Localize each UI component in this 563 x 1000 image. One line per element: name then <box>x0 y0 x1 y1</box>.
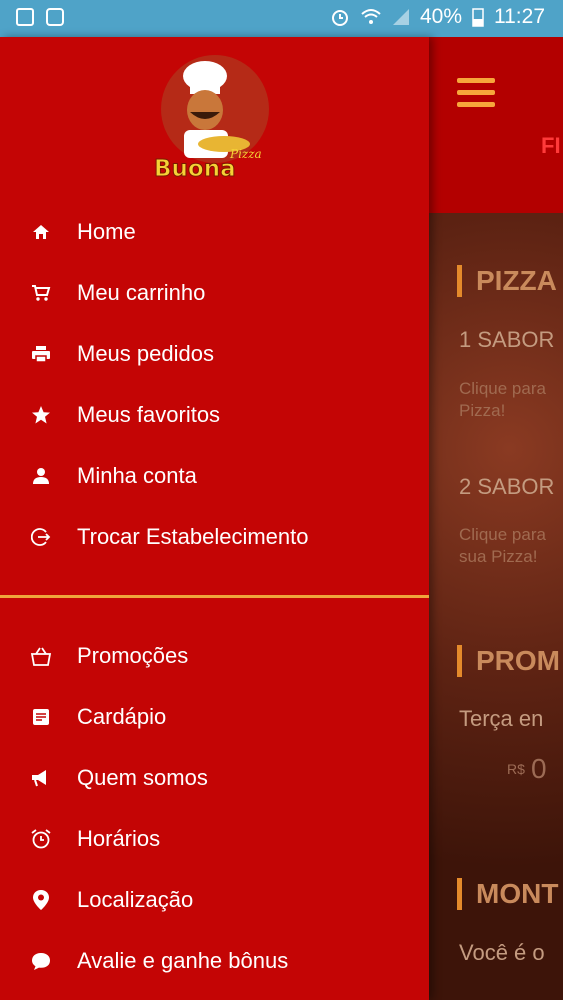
switch-icon <box>30 526 52 548</box>
header-tag: FI <box>541 133 561 158</box>
alarm-status-icon <box>331 10 348 26</box>
home-icon <box>30 221 52 243</box>
location-pin-icon <box>30 889 52 911</box>
price-currency: R$ <box>507 761 525 777</box>
pizza-content: PIZZA 1 SABOR Clique para Pizza! 2 SABOR… <box>429 213 563 1000</box>
menu-label: Localização <box>77 887 194 912</box>
image-notification-icon <box>16 8 34 26</box>
menu-label: Cardápio <box>77 704 167 729</box>
menu-item-orders[interactable]: Meus pedidos <box>0 326 429 382</box>
menu-label: Avalie e ganhe bônus <box>77 948 289 973</box>
menu-label: Meu carrinho <box>77 280 206 305</box>
menu-item-promotions[interactable]: Promoções <box>0 628 429 684</box>
bag-icon <box>30 645 52 667</box>
menu-label: Horários <box>77 826 161 851</box>
signal-icon <box>392 9 409 25</box>
alarm-icon <box>30 828 52 850</box>
printer-icon <box>30 343 52 365</box>
menu-item-location[interactable]: Localização <box>0 872 429 928</box>
star-icon <box>30 404 52 426</box>
two-flavor-title[interactable]: 2 SABOR <box>459 474 554 500</box>
voicemail-icon <box>46 8 64 26</box>
cart-icon <box>30 282 52 304</box>
section-build: MONT <box>457 878 558 910</box>
section-promo: PROM <box>457 645 560 677</box>
menu-item-account[interactable]: Minha conta <box>0 448 429 504</box>
menu-item-switch-store[interactable]: Trocar Estabelecimento <box>0 509 429 565</box>
menu-item-home[interactable]: Home <box>0 204 429 260</box>
menu-divider <box>0 595 429 598</box>
menu-label: Promoções <box>77 643 189 668</box>
menu-card-icon <box>30 706 52 728</box>
menu-item-menu-card[interactable]: Cardápio <box>0 689 429 745</box>
battery-percent: 40% <box>419 5 462 28</box>
hamburger-menu-icon[interactable] <box>457 78 495 108</box>
promo-line[interactable]: Terça en <box>459 706 543 732</box>
menu-label: Meus favoritos <box>77 402 221 427</box>
megaphone-icon <box>30 767 52 789</box>
buona-pizza-logo: Buona Pizza <box>154 55 269 183</box>
battery-icon <box>472 8 484 27</box>
one-flavor-title[interactable]: 1 SABOR <box>459 327 554 353</box>
menu-label: Home <box>77 219 136 244</box>
person-icon <box>30 465 52 487</box>
menu-label: Quem somos <box>77 765 208 790</box>
one-flavor-desc: Clique para Pizza! <box>459 379 546 420</box>
menu-item-rate[interactable]: Avalie e ganhe bônus <box>0 933 429 989</box>
menu-item-favorites[interactable]: Meus favoritos <box>0 387 429 443</box>
clock: 11:27 <box>494 5 545 28</box>
section-pizza: PIZZA <box>457 265 557 297</box>
status-bar: 40% 11:27 <box>0 0 563 37</box>
bottom-line: Você é o <box>459 940 545 965</box>
menu-label: Minha conta <box>77 463 197 488</box>
menu-label: Trocar Estabelecimento <box>77 524 309 549</box>
price-value: 0 <box>531 753 547 784</box>
menu-item-hours[interactable]: Horários <box>0 811 429 867</box>
svg-text:Pizza: Pizza <box>229 147 262 161</box>
menu-item-cart[interactable]: Meu carrinho <box>0 265 429 321</box>
svg-text:Buona: Buona <box>154 156 236 182</box>
app-background: FI PIZZA 1 SABOR Clique para Pizza! 2 SA… <box>429 37 563 1000</box>
menu-label: Meus pedidos <box>77 341 214 366</box>
chat-bubble-icon <box>30 950 52 972</box>
wifi-icon <box>361 9 381 24</box>
app-header: FI <box>429 37 563 213</box>
menu-item-about[interactable]: Quem somos <box>0 750 429 806</box>
two-flavor-desc: Clique para sua Pizza! <box>459 525 546 566</box>
navigation-drawer: Buona Pizza Home Meu carrinho Meus pedid… <box>0 37 429 1000</box>
